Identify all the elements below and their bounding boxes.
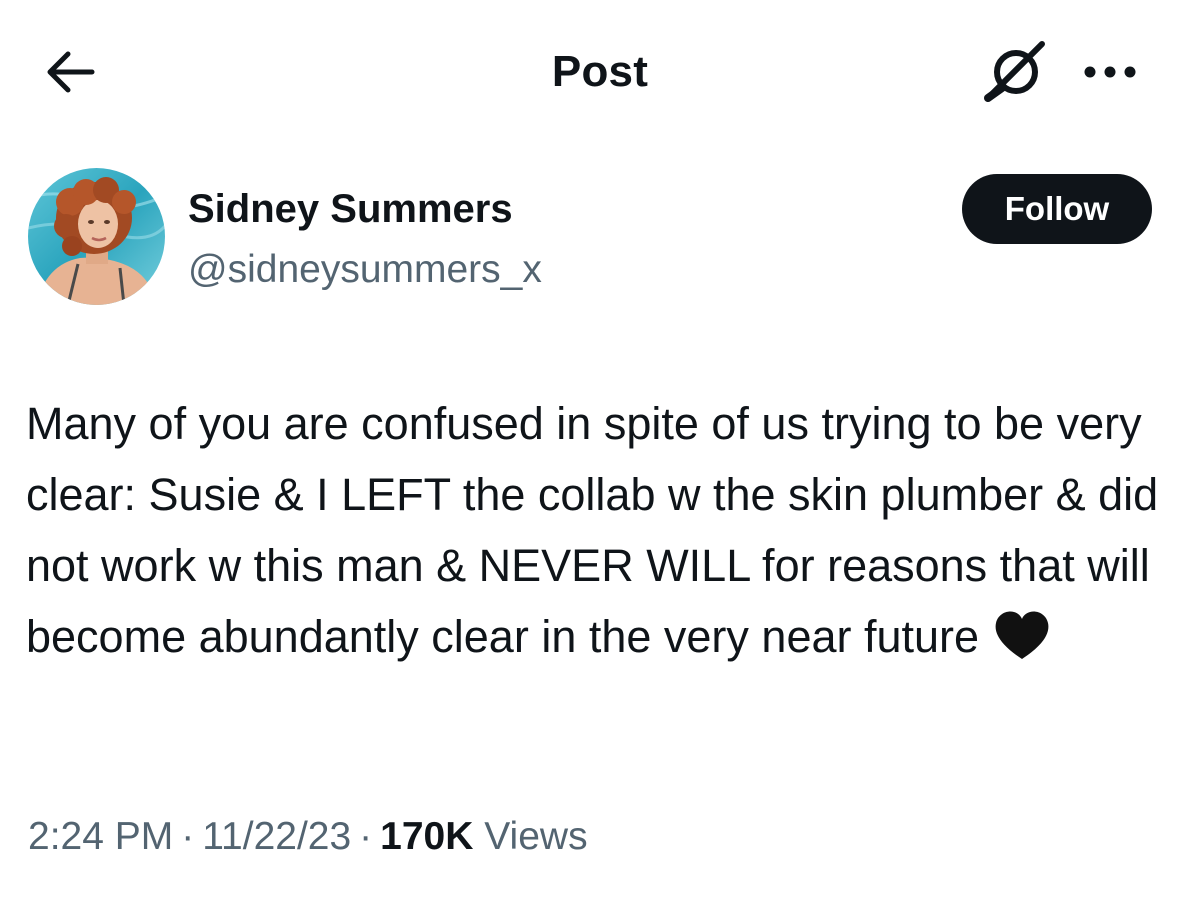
grok-icon[interactable]	[978, 36, 1052, 106]
post-text: Many of you are confused in spite of us …	[26, 398, 1159, 662]
post-date[interactable]: 11/22/23	[202, 815, 351, 858]
more-options-icon[interactable]	[1080, 54, 1140, 90]
post-body: Many of you are confused in spite of us …	[26, 388, 1176, 672]
author-display-name[interactable]: Sidney Summers	[188, 185, 513, 233]
top-bar: Post	[0, 0, 1200, 140]
black-heart-icon	[993, 610, 1051, 662]
meta-separator: ·	[359, 815, 373, 858]
post-time[interactable]: 2:24 PM	[28, 815, 173, 858]
author-handle[interactable]: @sidneysummers_x	[188, 246, 542, 294]
avatar[interactable]	[28, 168, 165, 305]
follow-button[interactable]: Follow	[962, 174, 1152, 244]
follow-button-label: Follow	[1004, 190, 1110, 227]
post-meta: 2:24 PM · 11/22/23 · 170K Views	[28, 813, 588, 861]
views-count[interactable]: 170K	[380, 815, 473, 858]
views-label: Views	[484, 815, 588, 858]
meta-separator: ·	[181, 815, 195, 858]
